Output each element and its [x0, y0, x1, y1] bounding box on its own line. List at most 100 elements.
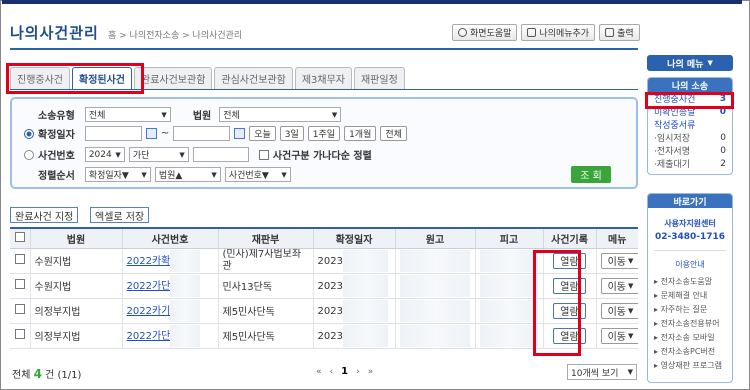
divider: [654, 250, 726, 251]
mark-complete-button[interactable]: 완료사건 지정: [10, 207, 79, 223]
row-checkbox[interactable]: [14, 254, 25, 264]
redacted-area: [342, 274, 388, 297]
redacted-area: [170, 324, 201, 347]
current-page[interactable]: 1: [341, 366, 348, 377]
print-button[interactable]: 출력: [599, 24, 640, 41]
division-cell: (민사)제7사법보좌관: [217, 248, 313, 274]
chevron-down-icon: ▼: [161, 110, 167, 119]
highlight-box-view-buttons: [533, 250, 581, 356]
case-type-code-select[interactable]: 가단 ▼: [128, 147, 189, 162]
sort-select-2[interactable]: 법원▲ ▼: [154, 167, 221, 182]
redacted-area: [170, 249, 201, 272]
today-button[interactable]: 오늘: [249, 126, 276, 141]
move-menu-button[interactable]: 이동 ▼: [600, 252, 638, 269]
link-ecourt-help[interactable]: ▸ 전자소송도움말: [648, 274, 732, 288]
tab-third-debtor[interactable]: 제3채무자: [294, 67, 352, 89]
chevron-down-icon: ▼: [179, 150, 185, 159]
case-number-input[interactable]: [192, 147, 249, 162]
side-item-e-signed[interactable]: ·전자서명 0: [648, 144, 732, 158]
court-cell: 의정부지법: [29, 323, 122, 349]
date-from-input[interactable]: [84, 126, 142, 141]
last-page-icon[interactable]: »: [368, 367, 374, 377]
side-item-drafts[interactable]: 작성중서류: [648, 118, 732, 131]
my-menu-button[interactable]: 나의 메뉴 ▼: [647, 55, 733, 71]
group-sort-checkbox[interactable]: [258, 149, 269, 160]
row-checkbox[interactable]: [14, 329, 25, 339]
move-menu-button[interactable]: 이동 ▼: [600, 277, 638, 294]
date-tilde: ~: [160, 128, 170, 139]
case-number-radio[interactable]: [24, 149, 34, 160]
chevron-down-icon: ▼: [628, 281, 634, 290]
tab-interest-archive[interactable]: 관심사건보관함: [214, 67, 293, 89]
chevron-down-icon: ▼: [141, 170, 147, 179]
my-case-title: 나의 소송: [648, 78, 732, 92]
link-viewer[interactable]: ▸ 전자소송전용뷰어: [648, 316, 732, 330]
first-page-icon[interactable]: «: [316, 367, 322, 377]
sort-select-3[interactable]: 사건번호▼ ▼: [224, 167, 291, 182]
one-month-button[interactable]: 1개월: [344, 126, 377, 141]
link-pc-version[interactable]: ▸ 전자소송PC버전: [648, 344, 732, 358]
confirm-date-cell: 2023: [312, 273, 395, 299]
court-select[interactable]: 전체 ▼: [219, 107, 342, 122]
select-all-checkbox[interactable]: [14, 231, 25, 242]
plaintiff-cell: [394, 248, 475, 274]
link-faq[interactable]: ▸ 자주하는 질문: [648, 302, 732, 316]
all-dates-button[interactable]: 전체: [380, 126, 407, 141]
redacted-area: [170, 274, 201, 297]
tab-trial-schedule[interactable]: 재판일정: [353, 67, 405, 89]
move-menu-button[interactable]: 이동 ▼: [600, 302, 638, 319]
row-checkbox[interactable]: [14, 304, 25, 314]
plaintiff-cell: [394, 298, 475, 324]
prev-page-icon[interactable]: ‹: [330, 367, 334, 377]
calendar-icon[interactable]: [145, 128, 157, 139]
printer-icon: [605, 28, 615, 37]
confirm-date-radio[interactable]: [24, 128, 34, 139]
redacted-area: [479, 299, 538, 322]
side-panel: 나의 메뉴 ▼ 나의 소송 진행중사건 3 미확인송달 0 작성중서류 ·임시저장 0 …: [647, 55, 733, 175]
redacted-area: [342, 299, 388, 322]
page-title: 나의사건관리: [10, 24, 99, 42]
sort-select-1[interactable]: 확정일자▼ ▼: [84, 167, 151, 182]
link-video-trial[interactable]: ▸ 영상재판 프로그램: [648, 358, 732, 372]
per-page-select[interactable]: 10개씩 보기 ▼: [567, 364, 637, 380]
screen-help-button[interactable]: 화면도움말: [452, 24, 518, 41]
row-checkbox[interactable]: [14, 279, 25, 289]
shortcut-title: 바로가기: [648, 194, 732, 208]
chevron-down-icon: ▼: [707, 59, 713, 67]
case-number-link[interactable]: 2022가단: [121, 323, 218, 349]
pagination: « ‹ 1 › »: [316, 366, 373, 377]
redacted-area: [479, 324, 538, 347]
add-my-menu-button[interactable]: 나의메뉴추가: [521, 24, 596, 41]
link-troubleshoot[interactable]: ▸ 문제해결 안내: [648, 288, 732, 302]
redacted-area: [399, 299, 470, 322]
three-days-button[interactable]: 3일: [279, 126, 304, 141]
side-item-temp-saved[interactable]: ·임시저장 0: [648, 131, 732, 145]
case-number-link[interactable]: 2022가단: [121, 273, 218, 299]
confirm-date-label: 확정일자: [38, 130, 75, 141]
plaintiff-cell: [394, 323, 475, 349]
move-menu-button[interactable]: 이동 ▼: [600, 327, 638, 344]
case-number-link[interactable]: 2022카기: [121, 298, 218, 324]
column-header-case-number: 사건번호: [121, 227, 218, 249]
next-page-icon[interactable]: ›: [356, 367, 360, 377]
confirm-date-cell: 2023: [312, 323, 395, 349]
column-header-confirm-date: 확정일자: [312, 227, 395, 249]
case-type-select[interactable]: 전체 ▼: [84, 107, 171, 122]
menu-add-icon: [527, 28, 537, 37]
link-mobile[interactable]: ▸ 전자소송 모바일: [648, 330, 732, 344]
case-number-link[interactable]: 2022카확: [121, 248, 218, 274]
support-phone: 02-3480-1716: [654, 232, 726, 242]
year-select[interactable]: 2024 ▼: [84, 147, 125, 162]
export-excel-button[interactable]: 엑셀로 저장: [90, 207, 150, 223]
calendar-icon[interactable]: [234, 128, 246, 139]
chevron-down-icon: ▼: [331, 110, 338, 119]
one-week-button[interactable]: 1주일: [307, 126, 341, 141]
chevron-down-icon: ▼: [628, 331, 634, 340]
redacted-area: [399, 324, 470, 347]
division-cell: 민사13단독: [217, 273, 313, 299]
tab-completed-archive[interactable]: 완료사건보관함: [134, 67, 213, 89]
search-button[interactable]: 조 회: [571, 166, 611, 183]
side-item-pending-submit[interactable]: ·제출대기 2: [648, 157, 732, 171]
date-to-input[interactable]: [173, 126, 231, 141]
court-label: 법원: [192, 111, 212, 122]
